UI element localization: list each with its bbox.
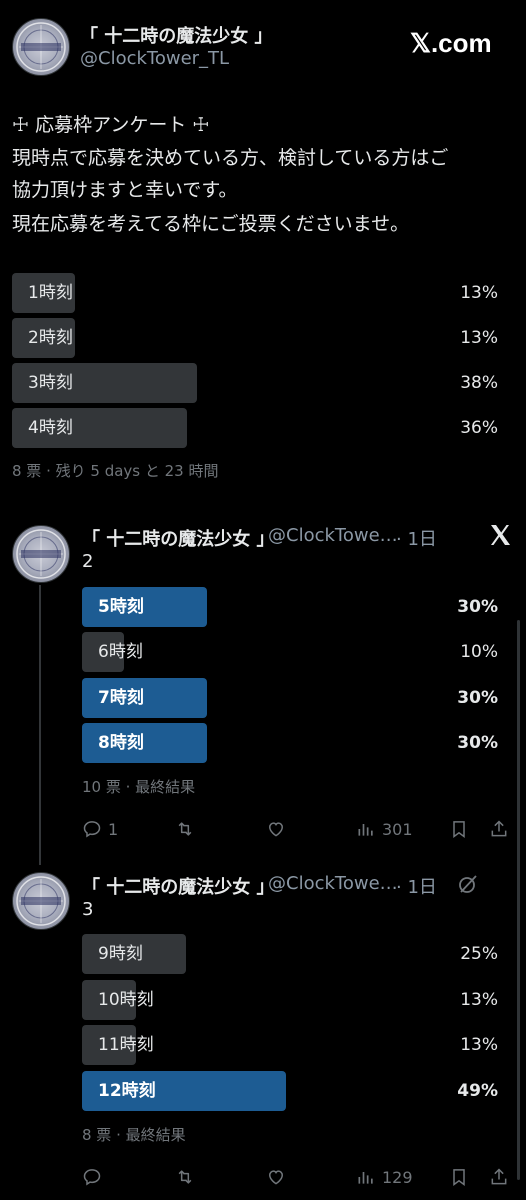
poll-option: 11時刻 13% [82, 1025, 498, 1065]
tweet-text-line-4: 現在応募を考えてる枠にご投票くださいませ。 [12, 213, 410, 235]
heart-icon [268, 822, 284, 837]
poll-option-percent: 38% [460, 373, 498, 393]
views-count: 301 [382, 819, 413, 839]
poll-option-percent: 36% [460, 418, 498, 438]
poll-meta: 10 票 · 最終結果 [82, 778, 196, 796]
poll-option: 5時刻 30% [82, 587, 498, 627]
poll-option: 3時刻 38% [12, 363, 498, 403]
avatar-image-icon [16, 22, 66, 72]
poll-option-label: 9時刻 [98, 944, 143, 964]
thread-connector [39, 585, 41, 865]
views-count: 129 [382, 1167, 413, 1187]
poll-option-percent: 25% [460, 944, 498, 964]
avatar[interactable] [12, 525, 70, 583]
views-chart-icon [358, 824, 373, 836]
poll-option-percent: 30% [457, 733, 498, 753]
views-chart-icon [358, 1172, 373, 1184]
bookmark-icon [453, 1169, 465, 1186]
poll-option-percent: 10% [460, 642, 498, 662]
poll-option-percent: 30% [457, 688, 498, 708]
poll-option: 4時刻 36% [12, 408, 498, 448]
reply-text: 3 [82, 899, 94, 920]
poll-option: 2時刻 13% [12, 318, 498, 358]
reply-button[interactable] [82, 1165, 108, 1189]
poll-option-label: 8時刻 [98, 733, 144, 753]
poll-option: 1時刻 13% [12, 273, 498, 313]
reply-button[interactable]: 1 [82, 817, 118, 841]
repost-icon [178, 1170, 192, 1184]
poll-option-label: 3時刻 [28, 373, 73, 393]
reply-icon [83, 1169, 101, 1186]
x-com-logo: 𝕏.com [410, 28, 492, 58]
poll-option: 12時刻 49% [82, 1071, 498, 1111]
poll-option: 7時刻 30% [82, 678, 498, 718]
share-button[interactable] [489, 817, 509, 841]
poll-option-percent: 13% [460, 328, 498, 348]
reply-count: 1 [108, 819, 119, 839]
poll-option-percent: 13% [460, 990, 498, 1010]
bookmark-button[interactable] [449, 1165, 469, 1189]
x-logo-icon [488, 523, 512, 547]
scrollbar[interactable] [517, 620, 520, 1180]
poll-option-percent: 49% [457, 1081, 498, 1101]
author-name[interactable]: 「 十二時の魔法少女 」 [80, 22, 273, 48]
poll-option: 6時刻 10% [82, 632, 498, 672]
poll-option-label: 1時刻 [28, 283, 73, 303]
repost-button[interactable] [175, 1165, 195, 1189]
poll-option-label: 2時刻 [28, 328, 73, 348]
views-button[interactable]: 129 [356, 1165, 413, 1189]
tweet-text-line-1: ☩ 応募枠アンケート ☩ [12, 114, 210, 136]
tweet-text-line-3: 協力頂けますと幸いです。 [12, 179, 238, 201]
poll-option-label: 5時刻 [98, 597, 144, 617]
views-button[interactable]: 301 [356, 817, 413, 841]
share-icon [491, 1168, 507, 1185]
grok-icon[interactable] [456, 872, 480, 896]
poll-option: 9時刻 25% [82, 934, 498, 974]
timestamp[interactable]: · 1日 [396, 873, 437, 899]
author-name[interactable]: 「 十二時の魔法少女 」 [82, 873, 275, 899]
poll-meta: 8 票 · 最終結果 [82, 1126, 186, 1144]
repost-icon [178, 822, 192, 836]
poll-option-percent: 13% [460, 1035, 498, 1055]
avatar-image-icon [16, 876, 66, 926]
poll-option: 8時刻 30% [82, 723, 498, 763]
share-button[interactable] [489, 1165, 509, 1189]
author-handle[interactable]: @ClockTowe… [268, 873, 398, 894]
poll-option-label: 11時刻 [98, 1035, 154, 1055]
avatar-image-icon [16, 529, 66, 579]
tweet-text-line-2: 現時点で応募を決めている方、検討している方はご [12, 147, 449, 169]
poll-option-label: 12時刻 [98, 1081, 156, 1101]
bookmark-icon [453, 821, 465, 838]
author-handle[interactable]: @ClockTower_TL [80, 48, 229, 69]
poll-option-label: 10時刻 [98, 990, 154, 1010]
avatar[interactable] [12, 18, 70, 76]
author-name[interactable]: 「 十二時の魔法少女 」 [82, 525, 275, 551]
poll-meta: 8 票 · 残り 5 days と 23 時間 [12, 462, 219, 480]
poll-option-percent: 13% [460, 283, 498, 303]
poll-option-label: 7時刻 [98, 688, 144, 708]
poll-option-percent: 30% [457, 597, 498, 617]
like-button[interactable] [266, 1165, 286, 1189]
author-handle[interactable]: @ClockTowe… [268, 525, 398, 546]
poll-option-label: 4時刻 [28, 418, 73, 438]
share-icon [491, 820, 507, 837]
poll-option: 10時刻 13% [82, 980, 498, 1020]
bookmark-button[interactable] [449, 817, 469, 841]
repost-button[interactable] [175, 817, 195, 841]
timestamp[interactable]: · 1日 [396, 525, 437, 551]
avatar[interactable] [12, 872, 70, 930]
reply-icon [83, 821, 101, 838]
heart-icon [268, 1170, 284, 1185]
poll-option-label: 6時刻 [98, 642, 143, 662]
like-button[interactable] [266, 817, 286, 841]
reply-text: 2 [82, 551, 94, 572]
